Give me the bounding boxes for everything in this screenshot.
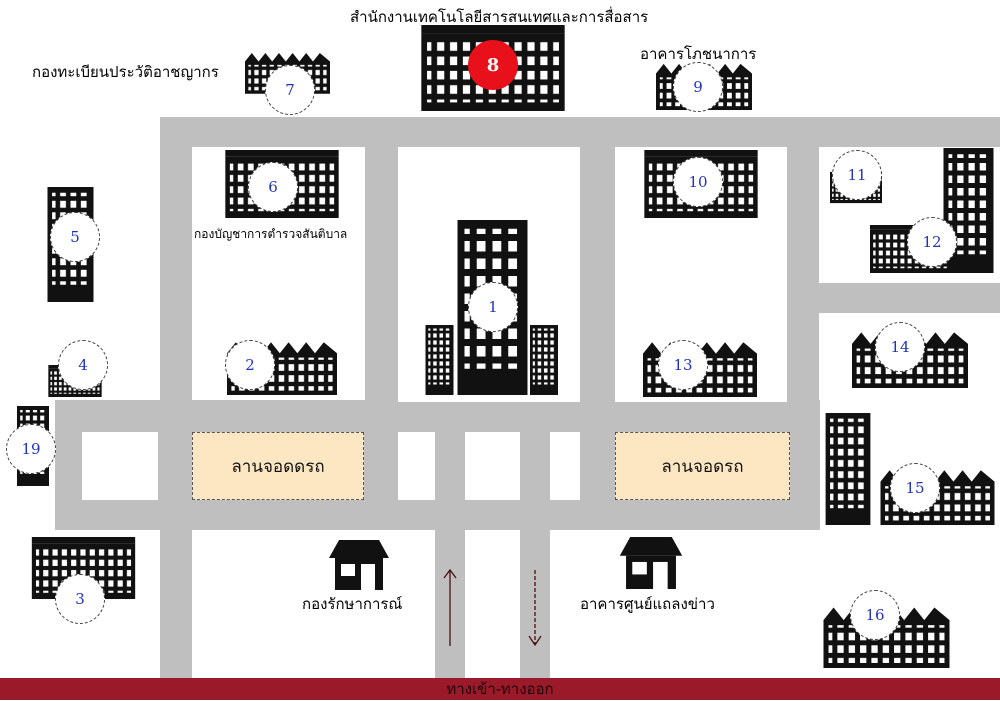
entrance-bar[interactable]: ทางเข้า-ทางออก <box>0 678 1000 700</box>
marker-4[interactable]: 4 <box>58 340 108 390</box>
building-15-tower-icon[interactable] <box>822 413 874 525</box>
road-center-right <box>580 147 615 402</box>
road-left-vertical <box>160 117 192 680</box>
block-mid-lot-3 <box>550 432 580 500</box>
map-title: สำนักงานเทคโนโลยีสารสนเทศและการสื่อสาร <box>350 8 649 26</box>
road-right-vertical <box>787 117 819 530</box>
entry-arrow-up-icon <box>443 568 457 646</box>
marker-2[interactable]: 2 <box>225 340 275 390</box>
building-1-wing-left-icon <box>425 325 454 395</box>
marker-3[interactable]: 3 <box>55 574 105 624</box>
marker-10[interactable]: 10 <box>673 157 723 207</box>
marker-6[interactable]: 6 <box>248 162 298 212</box>
road-center-left <box>365 147 398 402</box>
label-press: อาคารศูนย์แถลงข่าว <box>580 595 715 613</box>
block-left-lot <box>82 432 158 500</box>
press-building-icon[interactable] <box>612 537 690 589</box>
marker-15[interactable]: 15 <box>890 463 940 513</box>
marker-5[interactable]: 5 <box>50 212 100 262</box>
marker-16[interactable]: 16 <box>850 590 900 640</box>
road-right-spur <box>787 283 1000 313</box>
marker-13[interactable]: 13 <box>658 340 708 390</box>
welfare-building-icon[interactable] <box>320 540 398 590</box>
marker-12[interactable]: 12 <box>907 217 957 267</box>
block-mid-lot-1 <box>398 432 435 500</box>
marker-19[interactable]: 19 <box>6 424 56 474</box>
parking-lot-right-label: ลานจอดรถ <box>661 456 744 477</box>
exit-arrow-down-icon <box>528 570 542 647</box>
label-forensic-hq: กองบัญชาการตำรวจสันติบาล <box>194 227 348 241</box>
label-canteen: อาคารโภชนาการ <box>640 45 757 63</box>
block-mid-lot-2 <box>465 432 520 500</box>
label-registration: กองทะเบียนประวัติอาชญากร <box>32 63 219 81</box>
road-top <box>160 117 1000 147</box>
marker-7[interactable]: 7 <box>265 65 315 115</box>
marker-14[interactable]: 14 <box>875 322 925 372</box>
entrance-label: ทางเข้า-ทางออก <box>446 680 554 698</box>
building-1-wing-right-icon <box>530 325 558 395</box>
label-welfare: กองรักษาการณ์ <box>302 595 403 613</box>
parking-lot-right: ลานจอดรถ <box>615 432 790 500</box>
parking-lot-left: ลานจอดดรถ <box>192 432 364 500</box>
marker-11[interactable]: 11 <box>832 150 882 200</box>
block-bottom-mid <box>465 530 520 678</box>
marker-1[interactable]: 1 <box>468 282 518 332</box>
marker-9[interactable]: 9 <box>673 62 723 112</box>
parking-lot-left-label: ลานจอดดรถ <box>231 456 325 477</box>
marker-8[interactable]: 8 <box>468 40 518 90</box>
